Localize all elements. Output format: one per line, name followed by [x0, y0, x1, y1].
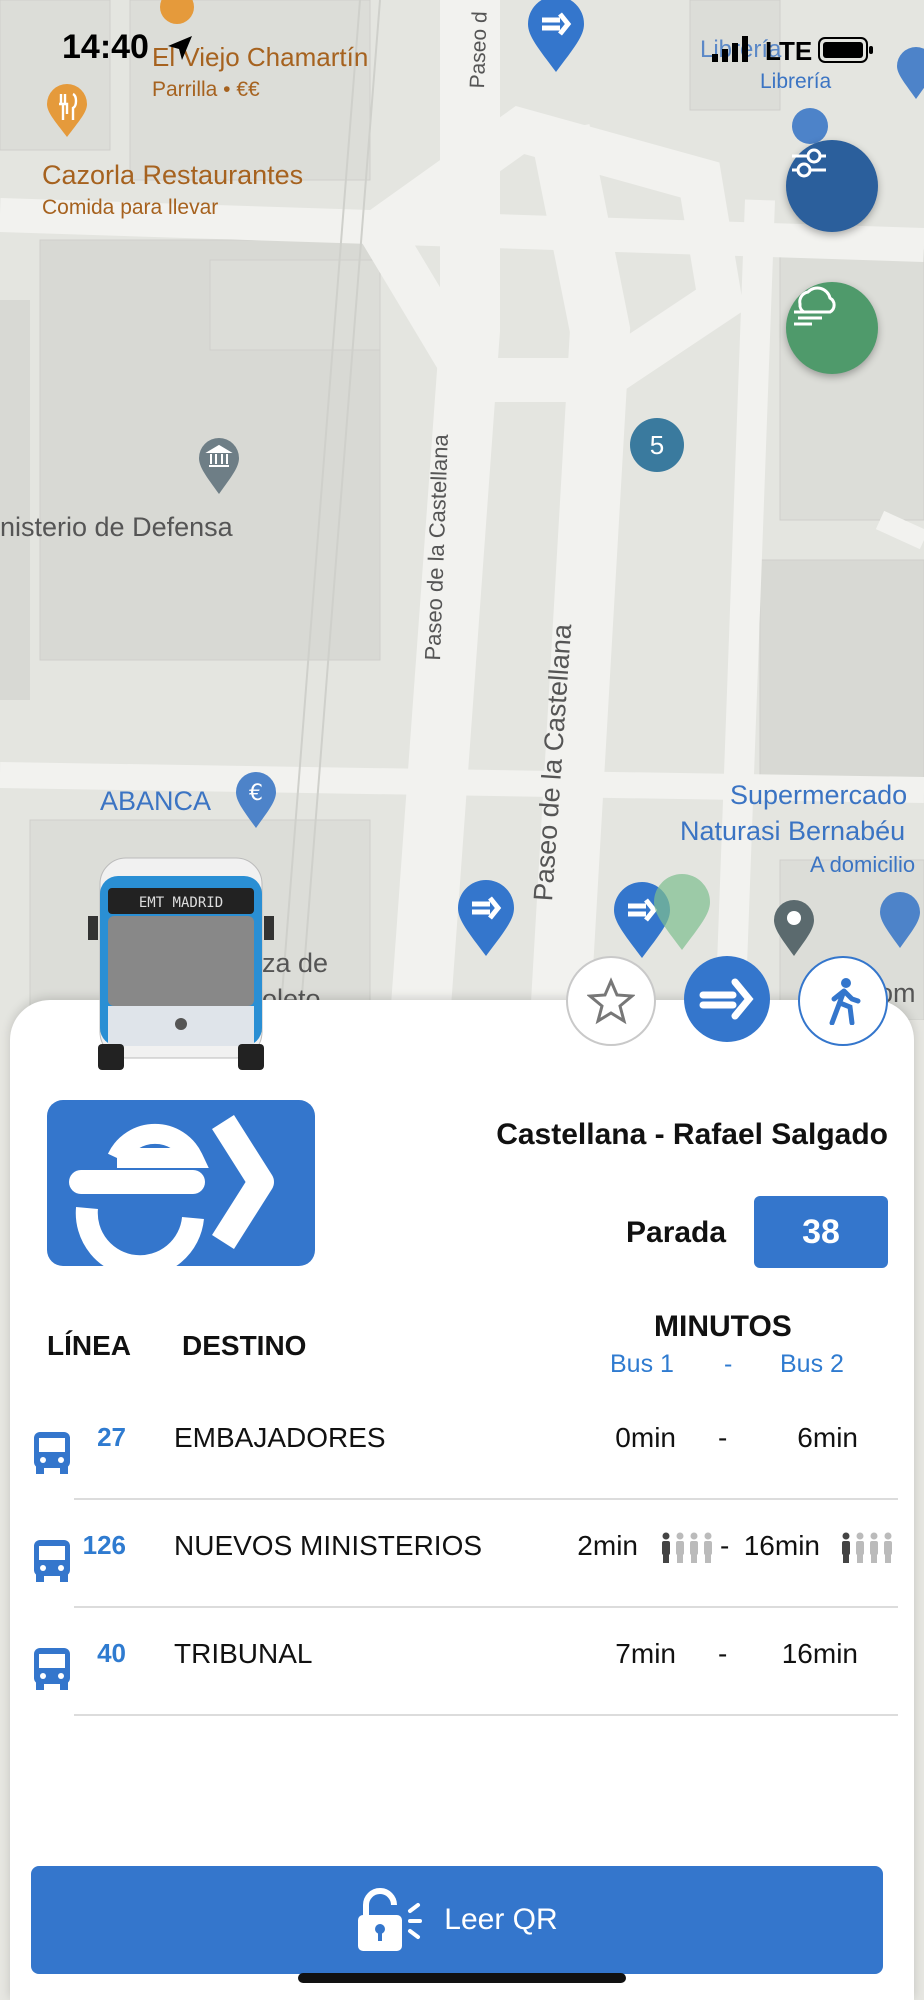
- header-dash: -: [724, 1350, 733, 1378]
- sliders-icon: [792, 148, 826, 178]
- occupancy-icon: [842, 1532, 892, 1563]
- status-time: 14:40: [62, 28, 149, 66]
- read-qr-label: Leer QR: [444, 1903, 558, 1936]
- favorite-button[interactable]: [566, 956, 656, 1046]
- network-type: LTE: [765, 36, 813, 66]
- col-destination-header: DESTINO: [182, 1330, 307, 1361]
- bus1-time: 2min: [577, 1530, 638, 1561]
- bus1-header: Bus 1: [610, 1350, 674, 1378]
- poi-supermercado-2[interactable]: Naturasi Bernabéu: [680, 816, 905, 847]
- read-qr-button[interactable]: Leer QR: [31, 1866, 883, 1974]
- stop-name: Castellana - Rafael Salgado: [496, 1118, 888, 1151]
- col-minutes-header: MINUTOS: [654, 1310, 792, 1343]
- destination: TRIBUNAL: [174, 1638, 313, 1669]
- landmark-icon[interactable]: [197, 436, 241, 496]
- poi-defensa[interactable]: nisterio de Defensa: [0, 512, 233, 543]
- green-stop-pin[interactable]: [652, 872, 712, 952]
- fork-knife-icon[interactable]: [46, 84, 88, 137]
- bus-icon: [34, 1648, 70, 1690]
- location-pin-icon[interactable]: [772, 898, 816, 958]
- emt-logo: [47, 1100, 315, 1278]
- home-indicator[interactable]: [298, 1973, 626, 1983]
- status-bar: 14:40 LTE: [0, 28, 924, 78]
- emt-logo-icon: [699, 978, 754, 1020]
- euro-icon[interactable]: €: [234, 770, 278, 830]
- emt-button[interactable]: [684, 956, 770, 1042]
- star-icon: [587, 977, 635, 1025]
- poi-cazorla[interactable]: Cazorla Restaurantes: [42, 160, 303, 191]
- bus2-header: Bus 2: [780, 1350, 844, 1378]
- row-divider: [74, 1714, 898, 1716]
- destination: NUEVOS MINISTERIOS: [174, 1530, 483, 1561]
- destination: EMBAJADORES: [174, 1422, 386, 1453]
- walking-person-icon: [829, 978, 861, 1025]
- stop-number-badge: 38: [754, 1196, 888, 1268]
- bus-icon: [34, 1432, 70, 1474]
- qr-unlock-icon: [358, 1888, 423, 1951]
- poi-supermercado-1[interactable]: Supermercado: [730, 780, 907, 811]
- battery-icon: [818, 37, 873, 63]
- location-arrow-icon: [168, 36, 192, 60]
- walk-button[interactable]: [798, 956, 888, 1046]
- shopping-bag-icon-lower[interactable]: [878, 890, 922, 950]
- bus-destination-display: EMT MADRID: [139, 895, 223, 911]
- line-number: 27: [97, 1422, 126, 1452]
- route-number-marker[interactable]: 5: [630, 418, 684, 472]
- time-separator: -: [720, 1530, 730, 1561]
- svg-text:€: €: [249, 781, 263, 806]
- filter-button[interactable]: [786, 140, 878, 232]
- occupancy-icon: [662, 1532, 712, 1563]
- arrival-row[interactable]: 27 EMBAJADORES 0min - 6min: [10, 1392, 914, 1500]
- arrival-row[interactable]: 126 NUEVOS MINISTERIOS 2min - 16min: [10, 1500, 914, 1608]
- bus-illustration: EMT MADRID: [86, 856, 276, 1072]
- cloud-wind-icon: [794, 286, 836, 326]
- stop-detail-sheet: Castellana - Rafael Salgado Parada 38 LÍ…: [10, 956, 914, 2000]
- poi-abanca[interactable]: ABANCA: [100, 786, 211, 817]
- line-number: 126: [82, 1530, 126, 1560]
- poi-viejo-chamartin-sub: Parrilla • €€: [152, 78, 260, 101]
- bus1-time: 0min: [615, 1422, 676, 1453]
- bus2-time: 16min: [781, 1638, 858, 1669]
- signal-icon: [712, 36, 748, 62]
- shopping-bag-icon[interactable]: [792, 108, 828, 144]
- stop-number-label: Parada: [626, 1216, 727, 1249]
- poi-cazorla-sub: Comida para llevar: [42, 196, 219, 219]
- bus2-time: 6min: [797, 1422, 858, 1453]
- line-number: 40: [97, 1638, 126, 1668]
- weather-button[interactable]: [786, 282, 878, 374]
- poi-supermercado-3: A domicilio: [810, 852, 916, 877]
- emt-stop-pin-1[interactable]: [456, 878, 516, 958]
- bus1-time: 7min: [615, 1638, 676, 1669]
- col-line-header: LÍNEA: [47, 1330, 131, 1361]
- arrival-row[interactable]: 40 TRIBUNAL 7min - 16min: [10, 1608, 914, 1716]
- bus-icon: [34, 1540, 70, 1582]
- time-separator: -: [718, 1638, 728, 1669]
- bus2-time: 16min: [743, 1530, 820, 1561]
- time-separator: -: [718, 1422, 728, 1453]
